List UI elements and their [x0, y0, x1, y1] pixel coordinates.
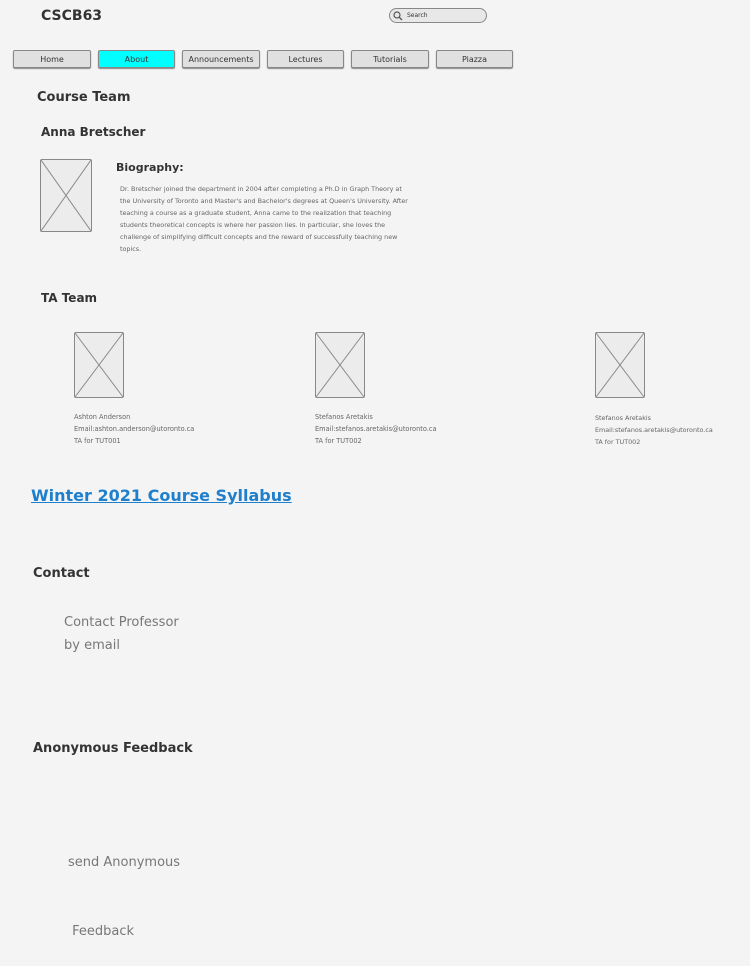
search-input[interactable] [403, 12, 482, 19]
ta-role: TA for TUT002 [315, 437, 362, 445]
anonymous-feedback-heading: Anonymous Feedback [33, 741, 193, 756]
ta-name: Ashton Anderson [74, 413, 131, 421]
send-anonymous-feedback-link[interactable]: send Anonymous Feedback [68, 805, 180, 966]
ta-team-heading: TA Team [41, 291, 98, 305]
course-team-heading: Course Team [37, 90, 131, 105]
site-title: CSCB63 [41, 8, 103, 24]
nav-about-button[interactable]: About [98, 50, 175, 68]
nav-home-button[interactable]: Home [13, 50, 91, 68]
professor-name: Anna Bretscher [41, 125, 146, 139]
ta-email: Email:ashton.anderson@utoronto.ca [74, 425, 195, 433]
ta-photo [595, 332, 645, 398]
ta-card: Stefanos Aretakis Email:stefanos.aretaki… [315, 411, 437, 447]
nav-lectures-button[interactable]: Lectures [267, 50, 344, 68]
contact-professor-link[interactable]: Contact Professor by email [64, 611, 179, 657]
ta-card: Stefanos Aretakis Email:stefanos.aretaki… [595, 412, 713, 448]
ta-photo [315, 332, 365, 398]
ta-email: Email:stefanos.aretakis@utoronto.ca [595, 426, 713, 434]
ta-name: Stefanos Aretakis [315, 413, 373, 421]
nav-announcements-button[interactable]: Announcements [182, 50, 260, 68]
search-box[interactable] [389, 8, 487, 23]
search-icon [393, 10, 403, 20]
nav-tutorials-button[interactable]: Tutorials [351, 50, 429, 68]
contact-heading: Contact [33, 566, 90, 581]
biography-text: Dr. Bretscher joined the department in 2… [120, 185, 408, 253]
nav-piazza-button[interactable]: Piazza [436, 50, 513, 68]
professor-photo [40, 159, 92, 232]
ta-role: TA for TUT002 [595, 438, 641, 446]
ta-email: Email:stefanos.aretakis@utoronto.ca [315, 425, 437, 433]
syllabus-link[interactable]: Winter 2021 Course Syllabus [31, 486, 292, 505]
ta-name: Stefanos Aretakis [595, 414, 651, 422]
ta-photo [74, 332, 124, 398]
biography-heading: Biography: [116, 161, 184, 174]
ta-card: Ashton Anderson Email:ashton.anderson@ut… [74, 411, 194, 447]
ta-role: TA for TUT001 [74, 437, 121, 445]
